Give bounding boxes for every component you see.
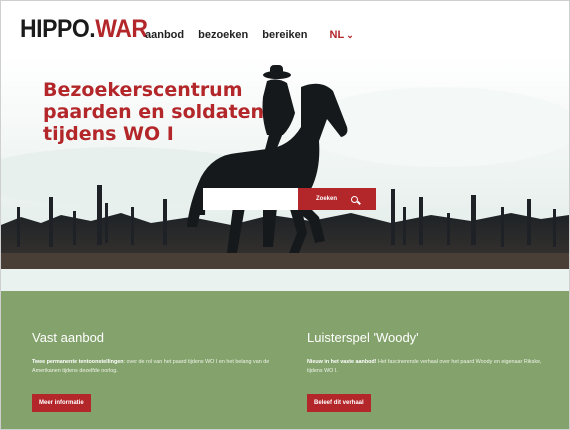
hero-title-line-3: tijdens WO I	[43, 123, 174, 145]
search-button-label: Zoeken	[315, 196, 337, 202]
logo-part-war: WAR	[95, 15, 148, 43]
offer-description-bold: Twee permanente tentoonstellingen	[32, 359, 124, 365]
main-nav: aanbod bezoeken bereiken NL ⌄	[145, 29, 354, 41]
chevron-down-icon: ⌄	[346, 30, 354, 40]
offers-section: Vast aanbod Twee permanente tentoonstell…	[1, 291, 569, 429]
search-button[interactable]: Zoeken	[298, 188, 376, 210]
experience-story-button[interactable]: Beleef dit verhaal	[307, 394, 371, 412]
nav-item-bereiken[interactable]: bereiken	[262, 29, 307, 41]
hero-title: Bezoekerscentrum paarden en soldaten tij…	[43, 79, 303, 145]
search-icon	[351, 195, 358, 203]
logo-part-hippo: HIPPO.	[20, 15, 96, 43]
more-info-button[interactable]: Meer informatie	[32, 394, 91, 412]
nav-item-bezoeken[interactable]: bezoeken	[198, 29, 248, 41]
site-logo[interactable]: HIPPO.WAR	[20, 15, 148, 43]
offer-description: Twee permanente tentoonstellingen: over …	[32, 358, 282, 376]
language-label: NL	[329, 29, 345, 41]
nav-item-aanbod[interactable]: aanbod	[145, 29, 184, 41]
search-input[interactable]	[203, 188, 298, 210]
section-divider	[1, 269, 569, 291]
offer-title: Luisterspel 'Woody'	[307, 330, 419, 345]
page: HIPPO.WAR aanbod bezoeken bereiken NL⌄	[0, 0, 570, 430]
search-bar: Zoeken	[203, 188, 376, 210]
hero-title-line-1: Bezoekerscentrum	[43, 79, 243, 101]
offer-description: Nieuw in het vaste aanbod! Het fascinere…	[307, 358, 557, 376]
offer-description-bold: Nieuw in het vaste aanbod!	[307, 359, 377, 365]
language-selector[interactable]: NL ⌄	[330, 29, 354, 41]
site-header: HIPPO.WAR aanbod bezoeken bereiken NL ⌄	[1, 1, 569, 57]
offer-title: Vast aanbod	[32, 330, 105, 345]
hero-banner: Bezoekerscentrum paarden en soldaten tij…	[1, 57, 569, 269]
hero-title-line-2: paarden en soldaten	[43, 101, 265, 123]
